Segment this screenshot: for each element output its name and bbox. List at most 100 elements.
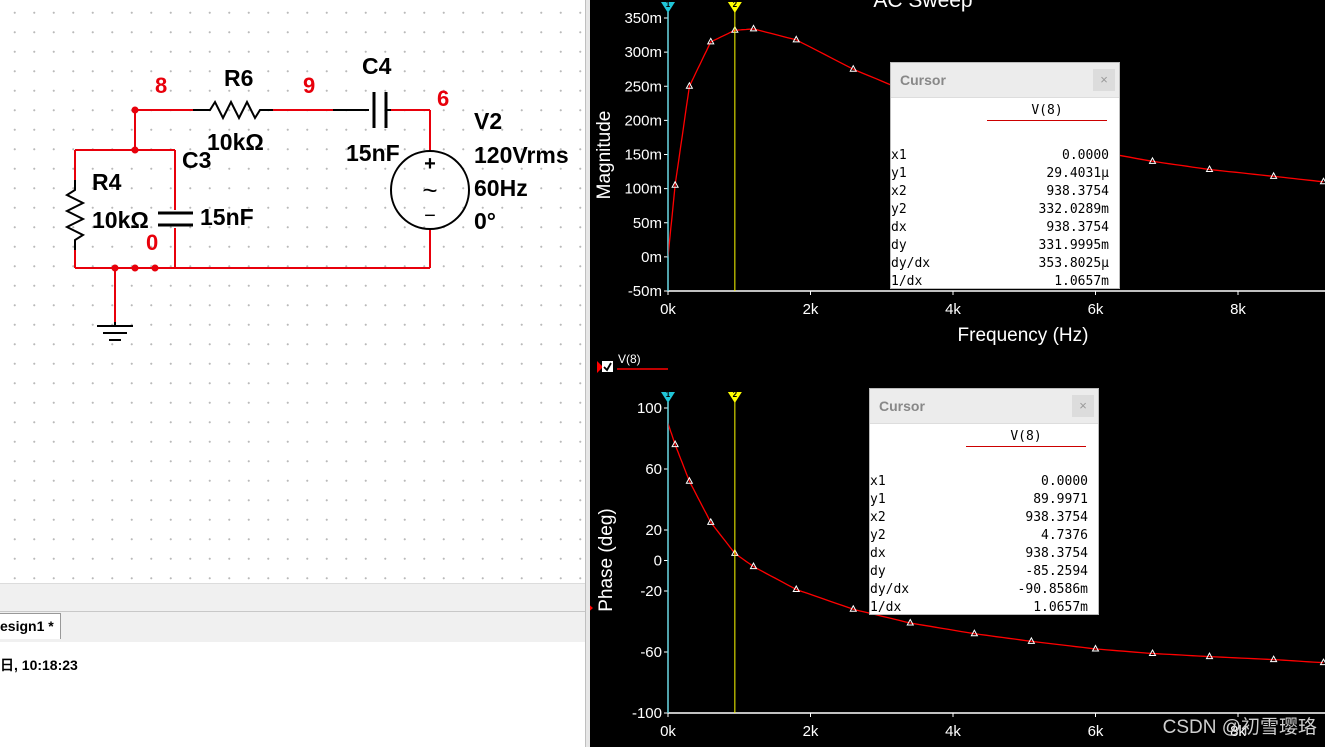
cursor-row-value: 938.3754 [1025,546,1088,561]
tab-design1[interactable]: esign1 * [0,613,61,639]
close-icon[interactable]: × [1093,69,1115,91]
mag-y-tick-label: 250m [624,78,662,95]
phase-x-tick-label: 2k [803,723,819,740]
cursor-window-phase[interactable]: Cursor × V(8) x1 0.0000 y1 89.9971 x2 938.375… [869,388,1099,615]
cursor-row: 1/dx 1.0657m [891,273,1109,291]
status-timestamp: 日, 10:18:23 [0,657,78,673]
cursor-row-value: 1.0657m [1033,600,1088,615]
cursor-row-key: dy/dx [891,256,931,271]
node-label-8: 8 [155,73,167,98]
cursor-row-value: 4.7376 [1041,528,1088,543]
cursor-row: y2 332.0289m [891,201,1109,219]
mag-y-tick-label: 200m [624,112,662,129]
mag-x-tick-label: 4k [945,301,961,318]
close-icon[interactable]: × [1072,395,1094,417]
cursor-row-key: dx [870,546,886,561]
cursor-row-key: x1 [891,148,907,163]
mag-ylabel: Magnitude [594,111,615,200]
cursor-row-key: x1 [870,474,886,489]
legend-label: V(8) [618,352,641,366]
cursor-row-value: -90.8586m [1017,582,1088,597]
cursor-rows: x1 0.0000 y1 29.4031µ x2 938.3754 y2 332.0289m d… [891,147,1109,291]
cursor-row: x2 938.3754 [870,509,1088,527]
c4-capacitor[interactable] [333,92,391,128]
cursor-window-magnitude[interactable]: Cursor × V(8) x1 0.0000 y1 29.4031µ x2 938.37… [890,62,1120,289]
r4-name: R4 [92,169,122,195]
cursor-window-titlebar[interactable]: Cursor × [870,389,1098,424]
cursor-window-titlebar[interactable]: Cursor × [891,63,1119,98]
mag-x-tick-label: 6k [1088,301,1104,318]
v2-amplitude: 120Vrms [474,142,569,168]
phase-x-tick-label: 4k [945,723,961,740]
v2-frequency: 60Hz [474,175,528,201]
ground-icon[interactable] [97,322,133,341]
phase-y-tick-label: 20 [645,522,662,539]
schematic-drawing: + ~ − 8 9 6 0 R6 10kΩ C4 15nF R4 10kΩ C3… [64,53,569,341]
mag-cursor-1-label: 1 [666,0,671,9]
node-label-9: 9 [303,73,315,98]
cursor-row-key: y1 [870,492,886,507]
cursor-row: 1/dx 1.0657m [870,599,1088,617]
c3-capacitor[interactable] [158,211,193,227]
cursor-window-title: Cursor [900,72,946,88]
cursor-row: dx 938.3754 [870,545,1088,563]
r4-resistor[interactable] [64,180,86,250]
cursor-row-key: y1 [891,166,907,181]
mag-data-marker [749,24,758,32]
cursor-column-header: V(8) [987,103,1107,121]
cursor-row: dy -85.2594 [870,563,1088,581]
c3-name: C3 [182,147,211,173]
cursor-row-value: 0.0000 [1041,474,1088,489]
grapher-view: AC Sweep Magnitude Frequency (Hz) Phase … [590,0,1325,747]
scrollbar-area[interactable] [0,583,585,612]
cursor-row-key: x2 [870,510,886,525]
cursor-row: y2 4.7376 [870,527,1088,545]
design-tab-strip: esign1 * [0,611,585,643]
mag-x-tick-label: 2k [803,301,819,318]
node-label-0: 0 [146,230,158,255]
mag-y-tick-label: -50m [628,283,662,300]
cursor-row: dx 938.3754 [891,219,1109,237]
mag-xlabel: Frequency (Hz) [958,325,1089,346]
cursor-column-header: V(8) [966,429,1086,447]
mag-y-tick-label: 300m [624,44,662,61]
cursor-row: dy/dx -90.8586m [870,581,1088,599]
cursor-row-value: 938.3754 [1046,184,1109,199]
source-plus: + [424,153,436,175]
node-label-6: 6 [437,86,449,111]
source-minus: − [424,205,436,227]
cursor-row: y1 89.9971 [870,491,1088,509]
watermark: CSDN @初雪璎珞 [1162,717,1317,738]
cursor-row: x2 938.3754 [891,183,1109,201]
mag-y-tick-label: 350m [624,10,662,27]
v2-name: V2 [474,108,502,134]
mag-y-tick-label: 50m [633,215,662,232]
schematic-canvas[interactable]: + ~ − 8 9 6 0 R6 10kΩ C4 15nF R4 10kΩ C3… [0,0,585,583]
cursor-row: x1 0.0000 [870,473,1088,491]
phase-y-tick-label: 60 [645,461,662,478]
mag-y-tick-label: 150m [624,147,662,164]
cursor-row: y1 29.4031µ [891,165,1109,183]
phase-y-tick-label: -100 [632,705,662,722]
cursor-row-value: 1.0657m [1054,274,1109,289]
phase-x-tick-label: 6k [1088,723,1104,740]
cursor-row-value: 332.0289m [1038,202,1109,217]
c4-value: 15nF [346,140,400,166]
cursor-row: x1 0.0000 [891,147,1109,165]
cursor-row-key: dy [870,564,886,579]
spreadsheet-view: 日, 10:18:23 [0,642,585,747]
plot-selector-icon [590,605,593,611]
cursor-window-title: Cursor [879,398,925,414]
c3-value: 15nF [200,204,254,230]
cursor-row-value: -85.2594 [1025,564,1088,579]
mag-title: AC Sweep [873,0,972,12]
cursor-row: dy/dx 353.8025µ [891,255,1109,273]
cursor-row-value: 331.9995m [1038,238,1109,253]
cursor-row-value: 0.0000 [1062,148,1109,163]
phase-y-tick-label: 100 [637,400,662,417]
cursor-row-value: 29.4031µ [1046,166,1109,181]
cursor-row-key: 1/dx [870,600,902,615]
r4-value: 10kΩ [92,207,149,233]
phase-ylabel: Phase (deg) [596,508,617,612]
r6-resistor[interactable] [193,99,273,121]
